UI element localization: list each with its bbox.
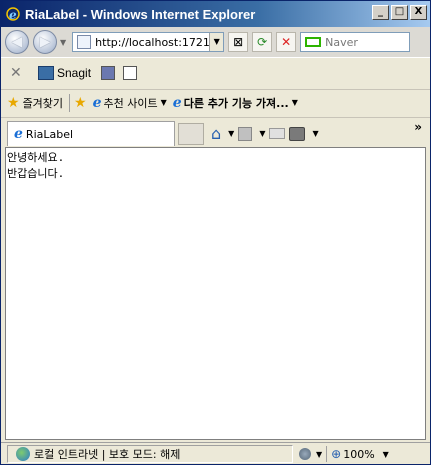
command-bar: ⌂ ▼ ▼ ▼: [211, 124, 319, 143]
welcome-line: 반갑습니다.: [7, 167, 65, 180]
chevron-down-icon[interactable]: ▼: [316, 450, 322, 459]
snagit-icon[interactable]: [38, 65, 54, 80]
chevron-down-icon[interactable]: ▼: [292, 98, 298, 107]
window-title: RiaLabel - Windows Internet Explorer: [25, 6, 256, 22]
search-input[interactable]: Naver: [300, 32, 411, 52]
capture-icon[interactable]: [101, 65, 116, 80]
refresh-icon: ⟳: [257, 35, 268, 49]
page-content: 안녕하세요. 반갑습니다.: [5, 147, 426, 440]
chevron-down-icon[interactable]: ▼: [259, 129, 265, 138]
chevron-down-icon[interactable]: ▼: [383, 450, 389, 459]
compatibility-view-button[interactable]: ⊠: [228, 32, 249, 52]
favorites-bar: ★ 즐겨찾기 ★ e 추천 사이트 ▼ e 다른 추가 기능 가져... ▼: [1, 89, 430, 115]
intranet-globe-icon: [16, 447, 30, 461]
tab-rialabel[interactable]: e RiaLabel: [7, 121, 175, 146]
more-tools-icon[interactable]: »: [414, 120, 422, 134]
minimize-button[interactable]: _: [372, 5, 389, 20]
recent-pages-dropdown[interactable]: ▼: [60, 38, 66, 47]
window-controls: _ □ X: [372, 5, 427, 20]
snagit-button[interactable]: Snagit: [57, 66, 91, 80]
separator: [69, 93, 71, 112]
status-bar: 로컬 인트라넷 | 보호 모드: 해제 ▼ ⊕ 100% ▼: [1, 442, 430, 464]
ie-page-icon: e: [14, 126, 23, 142]
naver-icon: [305, 37, 322, 47]
mail-icon[interactable]: [269, 128, 286, 139]
zoom-magnifier-icon: ⊕: [331, 447, 342, 461]
chevron-down-icon[interactable]: ▼: [161, 98, 167, 107]
back-arrow-icon: ◀: [11, 34, 23, 50]
address-dropdown[interactable]: ▼: [209, 33, 224, 51]
title-bar: e RiaLabel - Windows Internet Explorer _…: [1, 1, 430, 27]
security-zone[interactable]: 로컬 인트라넷 | 보호 모드: 해제: [7, 445, 293, 463]
maximize-button[interactable]: □: [391, 5, 408, 20]
add-favorite-icon[interactable]: ★: [74, 95, 87, 111]
address-url: http://localhost:1721: [95, 35, 210, 49]
editor-icon[interactable]: [123, 65, 138, 80]
stop-button[interactable]: ✕: [276, 32, 297, 52]
rss-feed-icon[interactable]: [238, 126, 253, 141]
separator: [326, 446, 328, 462]
address-input[interactable]: http://localhost:1721 ▼: [72, 32, 225, 52]
stop-icon: ✕: [281, 35, 292, 49]
forward-button[interactable]: ▶: [33, 30, 57, 54]
browser-window: e RiaLabel - Windows Internet Explorer _…: [0, 0, 431, 465]
address-row: ◀ ▶ ▼ http://localhost:1721 ▼ ⊠ ⟳ ✕ Nave…: [1, 27, 430, 57]
close-toolbar-icon[interactable]: ✕: [10, 65, 24, 81]
zone-text: 로컬 인트라넷 | 보호 모드: 해제: [34, 448, 181, 461]
forward-arrow-icon: ▶: [39, 34, 51, 50]
new-tab-button[interactable]: [178, 123, 204, 145]
favorites-star-icon[interactable]: ★: [7, 95, 20, 111]
ie-page-icon: e: [92, 94, 102, 111]
home-icon[interactable]: ⌂: [211, 124, 221, 143]
zoom-level[interactable]: 100%: [343, 448, 374, 461]
ie-logo-icon: e: [5, 6, 21, 22]
tab-row: e RiaLabel ⌂ ▼ ▼ ▼ »: [1, 117, 430, 147]
favorites-item-suggested-sites[interactable]: 추천 사이트: [104, 95, 158, 111]
ie-page-icon: e: [172, 94, 182, 111]
chevron-down-icon[interactable]: ▼: [228, 129, 234, 138]
search-placeholder: Naver: [325, 35, 358, 49]
compatibility-icon: ⊠: [233, 35, 244, 49]
print-icon[interactable]: [289, 126, 306, 141]
close-button[interactable]: X: [410, 5, 427, 20]
favorites-button[interactable]: 즐겨찾기: [23, 95, 63, 111]
protected-mode-icon[interactable]: [299, 448, 311, 460]
favorites-item-get-addons[interactable]: 다른 추가 기능 가져...: [184, 95, 289, 111]
greeting-line: 안녕하세요.: [7, 151, 65, 164]
tab-label: RiaLabel: [25, 127, 74, 141]
chevron-down-icon[interactable]: ▼: [312, 129, 318, 138]
snagit-toolbar: ✕ Snagit: [1, 57, 430, 87]
zoom-area: ▼ ⊕ 100% ▼: [297, 445, 427, 463]
back-button[interactable]: ◀: [5, 30, 29, 54]
svg-text:e: e: [9, 8, 17, 22]
refresh-button[interactable]: ⟳: [252, 32, 273, 52]
page-icon: [77, 35, 92, 49]
